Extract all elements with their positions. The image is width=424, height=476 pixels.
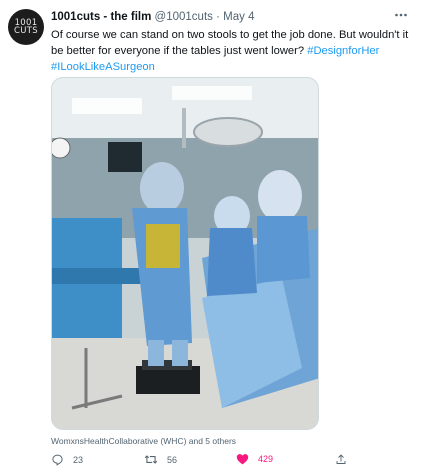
tweet-card[interactable]: 1001 CUTS 1001cuts - the film @1001cuts … — [0, 0, 424, 476]
retweet-count: 56 — [167, 454, 178, 465]
like-count: 429 — [258, 454, 274, 464]
tweet-photo[interactable] — [51, 77, 319, 430]
reply-icon — [52, 454, 63, 466]
more-icon[interactable] — [394, 8, 408, 25]
retweet-button[interactable]: 56 — [144, 453, 177, 466]
like-button[interactable]: 429 — [236, 453, 273, 465]
separator: · — [216, 11, 220, 23]
tagged-people[interactable]: WomxnsHealthCollaborative (WHC) and 5 ot… — [51, 436, 236, 446]
reply-count: 23 — [73, 454, 84, 465]
share-icon — [336, 454, 346, 464]
tweet-date[interactable]: May 4 — [223, 11, 254, 23]
share-button[interactable] — [335, 453, 347, 466]
avatar-text: 1001 CUTS — [14, 18, 38, 36]
action-bar: 23 56 429 — [51, 453, 351, 471]
display-name[interactable]: 1001cuts - the film — [51, 11, 151, 23]
tweet-text: Of course we can stand on two stools to … — [51, 27, 411, 76]
like-icon — [236, 454, 249, 465]
avatar[interactable]: 1001 CUTS — [8, 9, 44, 45]
retweet-icon — [144, 455, 158, 464]
tweet-header: 1001cuts - the film @1001cuts · May 4 — [51, 11, 254, 23]
handle[interactable]: @1001cuts — [155, 11, 213, 23]
reply-button[interactable]: 23 — [51, 453, 83, 466]
hashtag-ilooklikeasurgeon[interactable]: #ILookLikeASurgeon — [51, 61, 155, 73]
surgery-photo — [52, 78, 318, 429]
hashtag-designforher[interactable]: #DesignforHer — [307, 45, 379, 57]
